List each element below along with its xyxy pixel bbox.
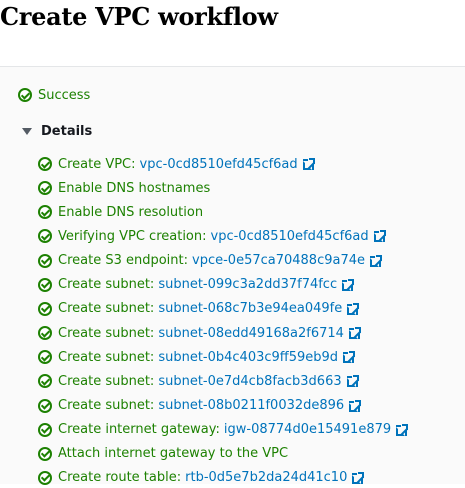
step-item: Create subnet: subnet-0b4c403c9ff59eb9d (38, 347, 356, 367)
external-link-icon[interactable] (352, 471, 365, 484)
step-label: Create route table: (58, 470, 182, 486)
external-link-icon[interactable] (343, 351, 356, 364)
resource-link[interactable]: igw-08774d0e15491e879 (224, 422, 391, 437)
step-label: Create subnet: (58, 325, 155, 341)
page-title: Create VPC workflow (0, 2, 278, 31)
success-check-icon (18, 88, 32, 102)
step-item: Verifying VPC creation: vpc-0cd8510efd45c… (38, 226, 386, 246)
step-label: Create VPC: (58, 156, 136, 172)
step-label: Create subnet: (58, 301, 155, 317)
resource-link[interactable]: subnet-0b4c403c9ff59eb9d (158, 350, 338, 365)
success-check-icon (38, 301, 52, 316)
caret-down-icon[interactable] (22, 127, 32, 135)
external-link-icon[interactable] (346, 375, 359, 388)
success-check-icon (38, 326, 52, 341)
external-link-icon[interactable] (348, 327, 361, 340)
status-label: Success (38, 87, 91, 103)
resource-link[interactable]: subnet-08edd49168a2f6714 (158, 326, 344, 341)
step-item: Create subnet: subnet-0e7d4cb8facb3d663 (38, 371, 359, 391)
step-label: Create S3 endpoint: (58, 253, 189, 269)
success-check-icon (38, 157, 52, 171)
step-label: Create internet gateway: (58, 422, 220, 438)
step-item: Create subnet: subnet-068c7b3e94ea049fe (38, 299, 360, 319)
success-check-icon (38, 253, 52, 268)
resource-link[interactable]: vpc-0cd8510efd45cf6ad (211, 229, 369, 244)
resource-link[interactable]: vpce-0e57ca70488c9a74e (192, 253, 365, 268)
resource-link[interactable]: subnet-099c3a2dd37f74fcc (158, 277, 337, 292)
step-item: Enable DNS resolution (38, 202, 203, 222)
success-check-icon (38, 374, 52, 389)
success-check-icon (38, 181, 52, 196)
external-link-icon[interactable] (302, 158, 315, 170)
step-item: Create route table: rtb-0d5e7b2da24d41c10 (38, 468, 365, 488)
success-check-icon (38, 398, 52, 413)
external-link-icon[interactable] (373, 230, 386, 243)
status-success: Success (18, 85, 90, 105)
step-label: Create subnet: (58, 398, 155, 413)
step-item: Enable DNS hostnames (38, 178, 210, 198)
step-label: Attach internet gateway to the VPC (58, 446, 289, 462)
success-check-icon (38, 229, 52, 244)
external-link-icon[interactable] (342, 278, 355, 291)
resource-link[interactable]: subnet-068c7b3e94ea049fe (158, 301, 342, 316)
step-label: Create subnet: (58, 349, 155, 365)
page-header: Create VPC workflow (0, 0, 465, 67)
external-link-icon[interactable] (396, 423, 409, 436)
resource-link[interactable]: rtb-0d5e7b2da24d41c10 (185, 470, 347, 485)
success-check-icon (38, 470, 52, 485)
success-check-icon (38, 350, 52, 365)
step-label: Create subnet: (58, 373, 155, 389)
step-item: Create internet gateway: igw-08774d0e1549… (38, 420, 409, 440)
step-item: Attach internet gateway to the VPC (38, 444, 288, 464)
success-check-icon (38, 422, 52, 437)
success-check-icon (38, 277, 52, 292)
step-item: Create S3 endpoint: vpce-0e57ca70488c9a74… (38, 251, 383, 271)
resource-link[interactable]: vpc-0cd8510efd45cf6ad (140, 157, 298, 172)
success-check-icon (38, 446, 52, 461)
step-item: Create subnet: subnet-08edd49168a2f6714 (38, 323, 361, 343)
resource-link[interactable]: subnet-0e7d4cb8facb3d663 (158, 374, 341, 389)
step-label: Enable DNS resolution (58, 204, 204, 220)
external-link-icon[interactable] (349, 399, 362, 412)
details-label[interactable]: Details (41, 124, 92, 139)
step-item: Create subnet: subnet-099c3a2dd37f74fcc (38, 275, 355, 295)
step-label: Enable DNS hostnames (58, 180, 211, 196)
resource-link[interactable]: subnet-08b0211f0032de896 (158, 398, 344, 413)
external-link-icon[interactable] (370, 254, 383, 267)
details-toggle[interactable]: Details (22, 121, 92, 141)
external-link-icon[interactable] (347, 302, 360, 315)
step-item: Create subnet: subnet-08b0211f0032de896 (38, 396, 362, 416)
step-label: Verifying VPC creation: (58, 228, 207, 244)
step-label: Create subnet: (58, 277, 155, 293)
step-item: Create VPC: vpc-0cd8510efd45cf6ad (38, 154, 315, 174)
success-check-icon (38, 205, 52, 220)
